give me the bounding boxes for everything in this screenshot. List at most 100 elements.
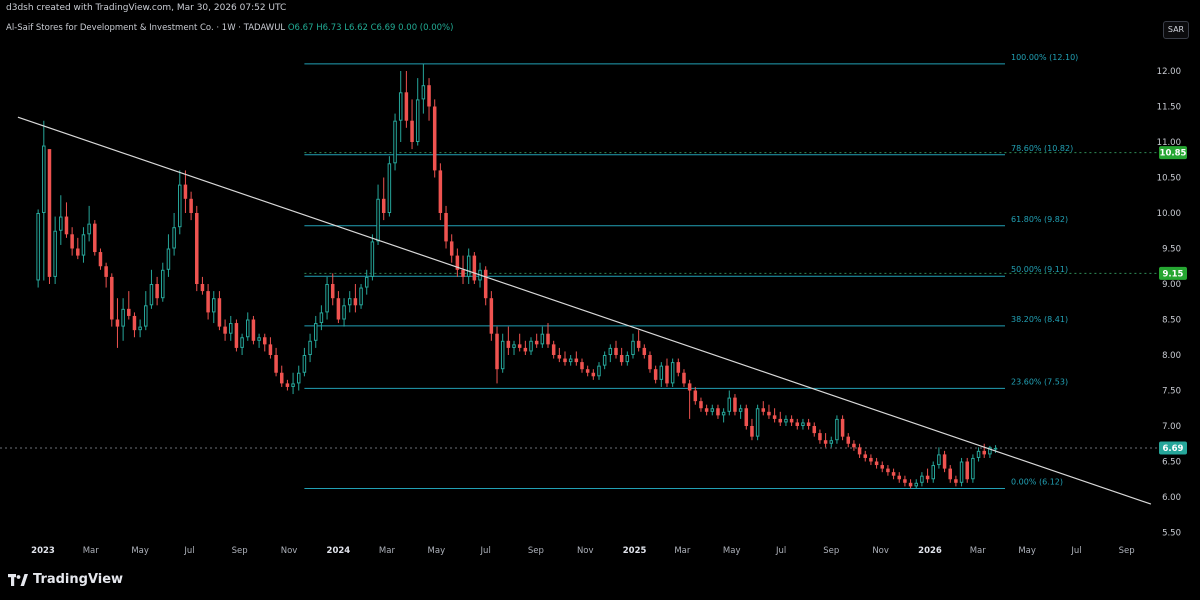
fib-level-label: 61.80% (9.82) bbox=[1011, 215, 1068, 224]
candle-body bbox=[274, 355, 278, 373]
candle-body bbox=[206, 291, 210, 313]
candle-body bbox=[738, 408, 743, 412]
candle-body bbox=[744, 408, 749, 426]
y-tick-label: 11.50 bbox=[1157, 103, 1181, 113]
candle-body bbox=[914, 482, 918, 487]
x-tick-label: 2026 bbox=[918, 546, 942, 556]
candle-body bbox=[330, 284, 335, 299]
candle-body bbox=[166, 248, 171, 270]
y-tick-label: 9.50 bbox=[1162, 245, 1181, 255]
candle-body bbox=[466, 255, 471, 277]
candle-body bbox=[676, 362, 681, 373]
candle-body bbox=[427, 85, 431, 107]
candle-body bbox=[229, 323, 233, 334]
candle-body bbox=[212, 298, 216, 313]
candle-body bbox=[965, 461, 969, 480]
candle-body bbox=[398, 92, 403, 121]
candle-body bbox=[285, 383, 290, 387]
candle-body bbox=[812, 426, 817, 434]
x-tick-label: Sep bbox=[528, 546, 544, 556]
candle-body bbox=[710, 408, 715, 412]
candle-body bbox=[432, 106, 437, 171]
candle-body bbox=[852, 443, 856, 448]
candle-body bbox=[784, 418, 788, 423]
candle-body bbox=[920, 475, 924, 483]
candle-body bbox=[778, 418, 783, 423]
x-tick-label: Nov bbox=[281, 546, 298, 556]
candle-body bbox=[325, 284, 329, 313]
candle-body bbox=[597, 365, 601, 377]
candle-body bbox=[500, 340, 505, 370]
candle-body bbox=[948, 468, 952, 480]
candle-body bbox=[585, 369, 590, 373]
trendline-group[interactable] bbox=[17, 116, 1152, 505]
y-tick-label: 7.50 bbox=[1162, 387, 1181, 397]
candle-body bbox=[591, 372, 596, 377]
x-tick-label: Sep bbox=[823, 546, 839, 556]
candle-body bbox=[682, 372, 686, 384]
bottom-bar bbox=[0, 563, 1200, 600]
candle-body bbox=[483, 269, 488, 299]
candle-body bbox=[523, 347, 528, 352]
candle-body bbox=[64, 216, 69, 235]
x-tick-label: Sep bbox=[232, 546, 248, 556]
candle-body bbox=[489, 298, 494, 334]
x-tick-label: May bbox=[131, 546, 149, 556]
candle-body bbox=[104, 266, 108, 277]
candle-body bbox=[772, 415, 777, 419]
candle-body bbox=[59, 216, 63, 231]
fib-level-label: 38.20% (8.41) bbox=[1011, 315, 1068, 324]
candle-body bbox=[257, 337, 261, 341]
candle-body bbox=[636, 340, 641, 348]
candle-body bbox=[925, 475, 930, 480]
candle-body bbox=[36, 213, 40, 281]
price-badge-label: 6.69 bbox=[1163, 444, 1184, 454]
tradingview-logo[interactable]: TradingView bbox=[8, 572, 123, 587]
candle-body bbox=[602, 355, 607, 366]
price-chart[interactable]: 100.00% (12.10) 78.60% (10.82) 61.80% (9.8… bbox=[0, 0, 1200, 563]
candle-body bbox=[568, 358, 573, 363]
candle-body bbox=[897, 475, 902, 480]
candle-body bbox=[302, 355, 307, 373]
price-badge-label: 9.15 bbox=[1163, 269, 1184, 279]
candle-body bbox=[262, 337, 267, 345]
fib-level-label: 100.00% (12.10) bbox=[1011, 53, 1078, 62]
candle-body bbox=[87, 223, 91, 235]
candle-body bbox=[421, 85, 426, 100]
candle-body bbox=[70, 234, 74, 249]
candle-body bbox=[529, 340, 533, 352]
trendline bbox=[17, 116, 1152, 505]
x-tick-label: 2024 bbox=[327, 546, 351, 556]
tradingview-logo-text: TradingView bbox=[33, 572, 124, 587]
fib-level-label: 50.00% (9.11) bbox=[1011, 265, 1068, 274]
candle-body bbox=[495, 333, 499, 370]
y-tick-label: 7.00 bbox=[1162, 422, 1181, 432]
fib-level-label: 23.60% (7.53) bbox=[1011, 377, 1068, 386]
candle-body bbox=[240, 337, 244, 348]
candle-body bbox=[659, 365, 664, 380]
candle-body bbox=[376, 198, 380, 242]
x-tick-label: Jul bbox=[480, 546, 491, 556]
candle-body bbox=[863, 454, 868, 458]
candle-body bbox=[976, 450, 981, 458]
candle-body bbox=[189, 198, 193, 213]
candle-body bbox=[563, 358, 567, 363]
candle-body bbox=[693, 390, 698, 402]
candle-body bbox=[721, 411, 726, 416]
candle-body bbox=[144, 305, 148, 327]
candle-body bbox=[279, 372, 284, 384]
candle-body bbox=[93, 223, 97, 253]
candle-body bbox=[886, 468, 890, 473]
candle-body bbox=[687, 383, 692, 391]
candle-body bbox=[342, 305, 346, 320]
x-tick-label: 2023 bbox=[31, 546, 55, 556]
candle-body bbox=[234, 323, 239, 348]
x-tick-label: May bbox=[723, 546, 741, 556]
candle-body bbox=[444, 213, 448, 242]
fib-retracement[interactable]: 100.00% (12.10) 78.60% (10.82) 61.80% (9.8… bbox=[0, 53, 1158, 489]
x-tick-label: May bbox=[428, 546, 446, 556]
x-tick-label: Mar bbox=[83, 546, 100, 556]
candle-body bbox=[795, 422, 800, 426]
fib-level-label: 78.60% (10.82) bbox=[1011, 144, 1073, 153]
candle-body bbox=[161, 269, 165, 299]
